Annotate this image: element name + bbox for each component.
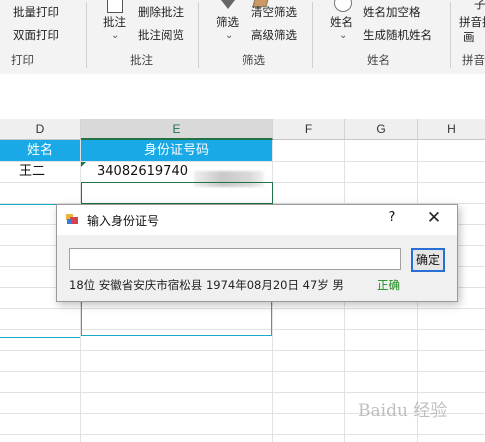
ok-button[interactable]: 确定 [411,248,445,272]
id-info-text: 18位 安徽省安庆市宿松县 1974年08月20日 47岁 男 [69,278,344,292]
watermark-text: Baidu 经验 [358,401,448,421]
grid-line [0,434,485,435]
filter-button[interactable]: 筛选 [216,14,239,30]
person-icon [334,0,352,12]
column-header-e[interactable]: E [81,119,273,140]
name-cell[interactable]: 王二 [19,162,45,182]
column-header-h[interactable]: H [418,119,485,140]
ribbon: 批量打印 双面打印 打印 批注 ⌄ 删除批注 批注阅览 批注 筛选 ⌄ 清空筛选… [0,0,485,75]
help-button[interactable]: ? [385,210,399,225]
validation-status: 正确 [377,278,400,292]
id-number-input[interactable] [69,248,401,270]
random-name-button[interactable]: 生成随机姓名 [363,27,432,43]
grid-line [0,371,485,372]
dialog-titlebar[interactable]: 输入身份证号 ? ✕ [57,205,457,235]
column-header-f[interactable]: F [273,119,345,140]
filter-icon [221,0,235,9]
clear-filter-button[interactable]: 清空筛选 [251,4,297,20]
id-input-dialog: 输入身份证号 ? ✕ 确定 18位 安徽省安庆市宿松县 1974年08月20日 … [56,204,458,302]
review-comments-button[interactable]: 批注阅览 [138,27,184,43]
comment-button[interactable]: 批注 [103,14,126,30]
pinyin-button[interactable]: 拼音指 [459,14,485,30]
formula-area [0,74,485,120]
advanced-filter-button[interactable]: 高级筛选 [251,27,297,43]
active-cell[interactable] [81,182,273,204]
id-header-cell[interactable]: 身份证号码 [81,140,272,161]
id-cell[interactable]: 34082619740 [97,162,188,182]
pinyin-button-line2: 画 [463,30,475,44]
filter-group-label: 筛选 [242,53,265,67]
chevron-down-icon[interactable]: ⌄ [111,30,119,41]
name-group-label: 姓名 [367,53,390,67]
print-group-label: 打印 [11,53,34,67]
group-divider [198,2,199,68]
group-divider [450,2,451,68]
group-divider [86,2,87,68]
pinyin-group-label: 拼音 [462,53,485,67]
chevron-down-icon[interactable]: ⌄ [225,30,233,41]
duplex-print-button[interactable]: 双面打印 [13,27,59,43]
column-header-d[interactable]: D [0,119,81,140]
grid-line [0,392,485,393]
grid-line [0,161,485,162]
delete-comments-button[interactable]: 删除批注 [138,4,184,20]
comment-icon [107,0,123,13]
group-divider [312,2,313,68]
error-indicator [81,162,86,167]
grid-line [0,350,485,351]
name-add-space-button[interactable]: 姓名加空格 [363,4,421,20]
form-icon [66,214,78,224]
pinyin-icon: 子 [474,0,485,11]
name-header-cell[interactable]: 姓名 [0,140,80,161]
dialog-title: 输入身份证号 [87,214,160,228]
batch-print-button[interactable]: 批量打印 [13,4,59,20]
annotate-group-label: 批注 [130,53,153,67]
name-button[interactable]: 姓名 [330,14,353,30]
chevron-down-icon[interactable]: ⌄ [339,30,347,41]
close-button[interactable]: ✕ [425,208,443,228]
column-header-g[interactable]: G [345,119,418,140]
